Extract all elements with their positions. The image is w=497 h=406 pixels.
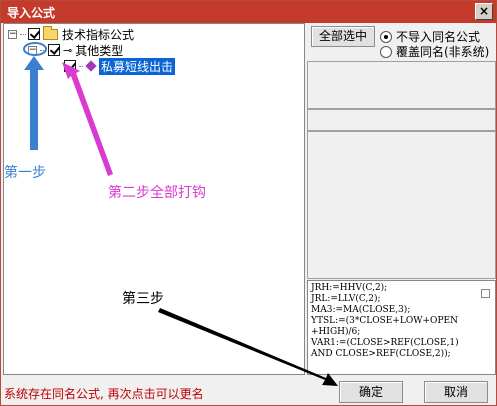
code-line: AND CLOSE>REF(CLOSE,2));	[311, 349, 451, 359]
description-panel	[307, 131, 496, 279]
group-checkbox[interactable]	[48, 44, 60, 56]
cancel-button[interactable]: 取消	[424, 381, 488, 403]
code-line: JRL:=LLV(C,2);	[311, 294, 381, 304]
option-overwrite[interactable]: 覆盖同名(非系统)	[380, 43, 489, 60]
formula-code-view: JRH:=HHV(C,2); JRL:=LLV(C,2); MA3:=MA(CL…	[307, 280, 496, 375]
formula-diamond-icon	[85, 60, 97, 72]
key-icon: ⊸	[63, 43, 73, 57]
code-line: VAR1:=(CLOSE>REF(CLOSE,1)	[311, 338, 459, 348]
item-checkbox[interactable]	[64, 60, 76, 72]
import-formula-dialog: 导入公式 × − 技术指标公式 − ⊸ 其他类型 私募短线出击 全部选中 不导入…	[0, 0, 497, 406]
step1-annotation: 第一步	[4, 165, 46, 181]
status-bar: 系统存在同名公式, 再次点击可以更名 确定 取消	[1, 377, 496, 405]
ok-button[interactable]: 确定	[339, 381, 403, 403]
step2-annotation: 第二步全部打钩	[108, 185, 206, 201]
status-message: 系统存在同名公式, 再次点击可以更名	[4, 387, 204, 401]
code-scroll-indicator	[481, 289, 490, 298]
tree-node-item[interactable]: 私募短线出击	[64, 57, 176, 75]
code-line: JRH:=HHV(C,2);	[311, 283, 388, 293]
tree-node-root[interactable]: − 技术指标公式	[8, 25, 135, 42]
folder-icon	[43, 25, 58, 40]
tree-connector	[20, 33, 26, 35]
code-line: MA3:=MA(CLOSE,3);	[311, 305, 411, 315]
title-bar: 导入公式 ×	[1, 1, 496, 23]
radio-overwrite[interactable]	[380, 45, 392, 58]
code-line: +HIGH)/6;	[311, 327, 361, 337]
tree-connector	[40, 49, 46, 51]
code-line: YTSL:=(3*CLOSE+LOW+OPEN	[311, 316, 458, 326]
info-panel-header	[307, 109, 496, 131]
close-button[interactable]: ×	[475, 3, 493, 20]
options-panel: 全部选中 不导入同名公式 覆盖同名(非系统) JRH:=HHV(C,2); JR…	[307, 23, 496, 375]
tree-node-label: 其他类型	[75, 43, 124, 58]
option-label: 覆盖同名(非系统)	[396, 45, 490, 59]
collapse-icon[interactable]: −	[8, 29, 17, 39]
window-title: 导入公式	[7, 6, 56, 20]
tree-node-label: 私募短线出击	[99, 57, 176, 75]
radio-no-import[interactable]	[380, 30, 392, 43]
tree-node-label: 技术指标公式	[62, 27, 135, 42]
tree-node-group[interactable]: − ⊸ 其他类型	[28, 42, 123, 58]
collapse-icon[interactable]: −	[28, 45, 37, 55]
tree-connector	[79, 65, 83, 67]
info-panel-top	[307, 61, 496, 109]
select-all-button[interactable]: 全部选中	[311, 26, 375, 47]
root-checkbox[interactable]	[28, 28, 40, 40]
step3-annotation: 第三步	[122, 291, 164, 307]
